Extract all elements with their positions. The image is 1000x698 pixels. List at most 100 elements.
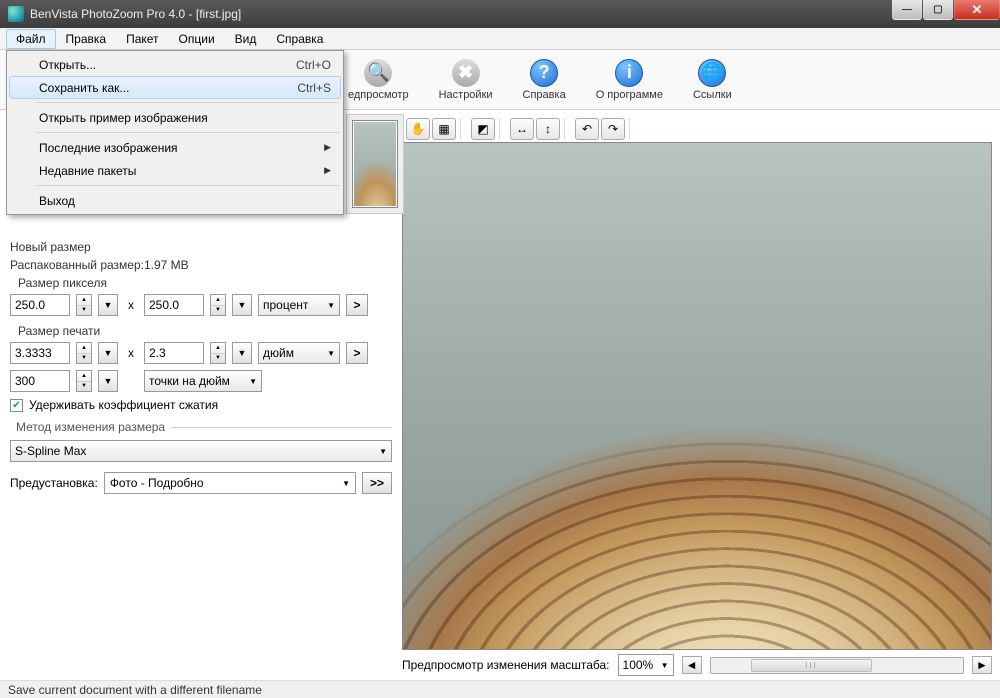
- image-viewport[interactable]: [402, 142, 992, 650]
- dpi-spinner[interactable]: ▲▼: [76, 370, 92, 392]
- settings-icon: ✖: [452, 59, 480, 87]
- hand-icon: ✋: [411, 122, 426, 136]
- x-label: x: [124, 298, 138, 312]
- close-button[interactable]: ✕: [954, 0, 1000, 20]
- minimize-icon: —: [902, 4, 912, 15]
- chevron-down-icon: ▼: [379, 447, 387, 456]
- zoom-select[interactable]: 100%▼: [618, 654, 674, 676]
- flip-v-icon: ↕: [545, 122, 551, 136]
- toolbar-about-button[interactable]: i О программе: [588, 55, 671, 105]
- close-icon: ✕: [972, 2, 983, 18]
- toolbar-links-button[interactable]: 🌐 Ссылки: [685, 55, 740, 105]
- pixel-size-arrow-button[interactable]: >: [346, 294, 368, 316]
- horizontal-scrollbar[interactable]: III: [710, 657, 964, 674]
- scroll-left-button[interactable]: ◄: [682, 656, 702, 674]
- preview-icon: 🔍: [364, 59, 392, 87]
- dpi-lock-button[interactable]: ▼: [98, 370, 118, 392]
- dpi-input[interactable]: [10, 370, 70, 392]
- print-size-label: Размер печати: [10, 324, 392, 338]
- titlebar: BenVista PhotoZoom Pro 4.0 - [first.jpg]…: [0, 0, 1000, 28]
- menu-recent-images[interactable]: Последние изображения ▶: [9, 136, 341, 159]
- print-size-arrow-button[interactable]: >: [346, 342, 368, 364]
- preview-image: [403, 143, 991, 649]
- menu-separator: [37, 132, 339, 133]
- keep-ratio-checkbox[interactable]: ✔: [10, 399, 23, 412]
- menu-view[interactable]: Вид: [225, 29, 267, 49]
- menu-separator: [37, 102, 339, 103]
- pixel-size-label: Размер пикселя: [10, 276, 392, 290]
- crop-tool-button[interactable]: ◩: [471, 118, 495, 140]
- unpacked-size-label: Распакованный размер:1.97 MB: [10, 258, 392, 272]
- menu-save-as[interactable]: Сохранить как... Ctrl+S: [9, 76, 341, 99]
- triangle-left-icon: ◄: [686, 658, 698, 672]
- menu-separator: [37, 185, 339, 186]
- menu-edit[interactable]: Правка: [56, 29, 117, 49]
- rotate-right-button[interactable]: ↷: [601, 118, 625, 140]
- print-width-input[interactable]: [10, 342, 70, 364]
- pixel-height-input[interactable]: [144, 294, 204, 316]
- pixel-height-spinner[interactable]: ▲▼: [210, 294, 226, 316]
- print-width-spinner[interactable]: ▲▼: [76, 342, 92, 364]
- hand-tool-button[interactable]: ✋: [406, 118, 430, 140]
- preset-more-button[interactable]: >>: [362, 472, 392, 494]
- rotate-left-icon: ↶: [582, 122, 592, 136]
- menu-help[interactable]: Справка: [266, 29, 333, 49]
- maximize-icon: ▢: [933, 4, 942, 15]
- pixel-height-lock-button[interactable]: ▼: [232, 294, 252, 316]
- zoom-label: Предпросмотр изменения масштаба:: [402, 658, 610, 672]
- toolbar-preview-button[interactable]: 🔍 едпросмотр: [340, 55, 417, 105]
- menu-recent-batches[interactable]: Недавние пакеты ▶: [9, 159, 341, 182]
- right-panel: ✋ ▦ ◩ ↔ ↕ ↶ ↷ Предпросмотр изменения мас…: [402, 110, 1000, 680]
- x-label: x: [124, 346, 138, 360]
- thumbnail-panel: [346, 114, 404, 214]
- print-height-lock-button[interactable]: ▼: [232, 342, 252, 364]
- print-width-lock-button[interactable]: ▼: [98, 342, 118, 364]
- resize-method-group-label: Метод изменения размера: [10, 420, 392, 434]
- chevron-down-icon: ▼: [327, 301, 335, 310]
- scrollbar-thumb[interactable]: III: [751, 659, 872, 672]
- file-menu-dropdown: Открыть... Ctrl+O Сохранить как... Ctrl+…: [6, 50, 344, 215]
- print-unit-select[interactable]: дюйм▼: [258, 342, 340, 364]
- menu-open[interactable]: Открыть... Ctrl+O: [9, 53, 341, 76]
- pixel-width-spinner[interactable]: ▲▼: [76, 294, 92, 316]
- menu-options[interactable]: Опции: [169, 29, 225, 49]
- flip-v-button[interactable]: ↕: [536, 118, 560, 140]
- print-height-input[interactable]: [144, 342, 204, 364]
- menu-exit[interactable]: Выход: [9, 189, 341, 212]
- preset-select[interactable]: Фото - Подробно▼: [104, 472, 356, 494]
- globe-icon: 🌐: [698, 59, 726, 87]
- toolbar-help-button[interactable]: ? Справка: [515, 55, 574, 105]
- menu-open-sample[interactable]: Открыть пример изображения: [9, 106, 341, 129]
- toolbar-settings-button[interactable]: ✖ Настройки: [431, 55, 501, 105]
- menubar: Файл Правка Пакет Опции Вид Справка: [0, 28, 1000, 50]
- submenu-arrow-icon: ▶: [324, 165, 331, 176]
- help-icon: ?: [530, 59, 558, 87]
- statusbar: Save current document with a different f…: [0, 680, 1000, 698]
- crop-icon: ◩: [477, 122, 488, 136]
- chevron-down-icon: ▼: [342, 479, 350, 488]
- zoom-bar: Предпросмотр изменения масштаба: 100%▼ ◄…: [402, 650, 992, 680]
- pixel-width-lock-button[interactable]: ▼: [98, 294, 118, 316]
- thumbnail-image[interactable]: [353, 121, 397, 207]
- image-toolbar: ✋ ▦ ◩ ↔ ↕ ↶ ↷: [402, 116, 992, 142]
- menu-batch[interactable]: Пакет: [116, 29, 168, 49]
- statusbar-text: Save current document with a different f…: [8, 683, 262, 697]
- resize-method-select[interactable]: S-Spline Max▼: [10, 440, 392, 462]
- rotate-left-button[interactable]: ↶: [575, 118, 599, 140]
- scroll-right-button[interactable]: ►: [972, 656, 992, 674]
- triangle-right-icon: ►: [976, 658, 988, 672]
- menu-file[interactable]: Файл: [6, 29, 56, 49]
- flip-h-button[interactable]: ↔: [510, 118, 534, 140]
- app-icon: [8, 6, 24, 22]
- pixel-unit-select[interactable]: процент▼: [258, 294, 340, 316]
- minimize-button[interactable]: —: [892, 0, 922, 20]
- marquee-tool-button[interactable]: ▦: [432, 118, 456, 140]
- chevron-down-icon: ▼: [661, 661, 669, 670]
- maximize-button[interactable]: ▢: [923, 0, 953, 20]
- dpi-unit-select[interactable]: точки на дюйм▼: [144, 370, 262, 392]
- flip-h-icon: ↔: [516, 122, 528, 136]
- marquee-icon: ▦: [438, 122, 449, 136]
- submenu-arrow-icon: ▶: [324, 142, 331, 153]
- pixel-width-input[interactable]: [10, 294, 70, 316]
- print-height-spinner[interactable]: ▲▼: [210, 342, 226, 364]
